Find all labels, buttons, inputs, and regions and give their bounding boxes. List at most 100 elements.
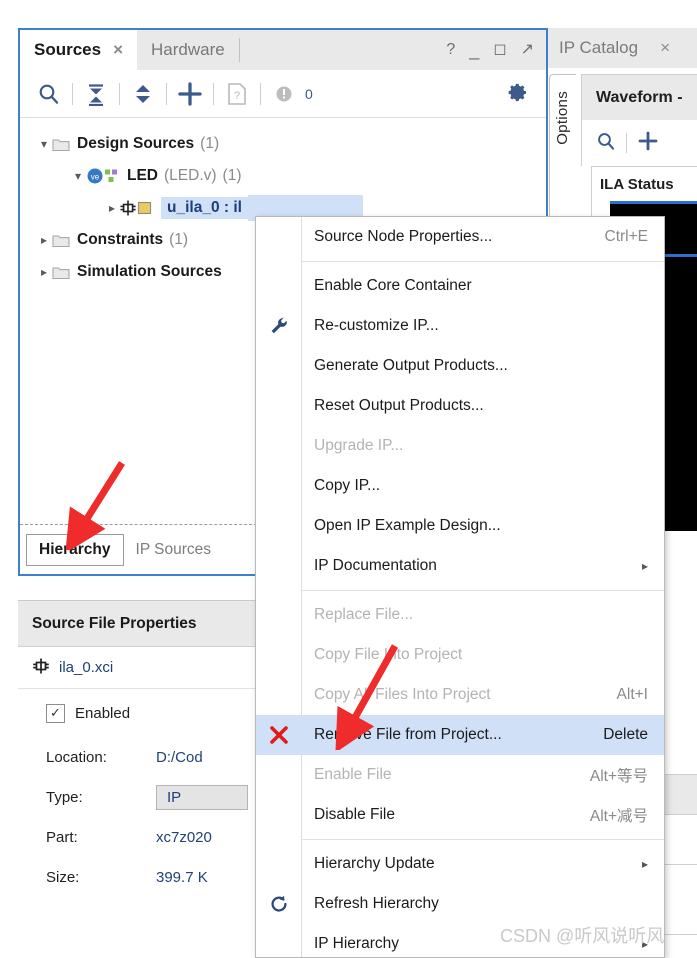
menu-item-generate-output-products[interactable]: Generate Output Products... (256, 346, 664, 386)
menu-item-upgrade-ip: Upgrade IP... (256, 426, 664, 466)
property-row-size: Size: 399.7 K (18, 857, 267, 897)
svg-text:ve: ve (91, 172, 100, 181)
menu-item-label: Re-customize IP... (314, 317, 439, 334)
menu-item-ip-documentation[interactable]: IP Documentation ▸ (256, 546, 664, 586)
ip-core-icon (120, 199, 154, 217)
report-icon: ? (220, 77, 254, 111)
menu-item-label: Source Node Properties... (314, 228, 493, 245)
wrench-icon (256, 306, 301, 346)
tab-ip-catalog[interactable]: IP Catalog (545, 38, 638, 58)
toolbar-divider (119, 82, 120, 105)
property-value[interactable]: IP (156, 784, 248, 810)
tab-hardware-label: Hardware (151, 40, 225, 59)
refresh-icon (256, 884, 301, 924)
enabled-row[interactable]: ✓ Enabled (18, 689, 267, 737)
tabbar-filler (240, 30, 435, 70)
enabled-checkbox[interactable]: ✓ (46, 703, 65, 723)
source-file-row[interactable]: ila_0.xci (18, 647, 267, 689)
menu-separator (302, 839, 664, 840)
menu-item-refresh-hierarchy[interactable]: Refresh Hierarchy (256, 884, 664, 924)
tree-label: u_ila_0 : il (161, 197, 248, 219)
remove-x-icon (256, 715, 301, 755)
menu-item-hierarchy-update[interactable]: Hierarchy Update ▸ (256, 844, 664, 884)
folder-icon (52, 233, 70, 248)
menu-item-label: Remove File from Project... (314, 726, 502, 743)
toolbar-divider (72, 82, 73, 105)
left-edge-strip (0, 0, 18, 958)
ip-core-icon (32, 657, 50, 679)
tab-sources[interactable]: Sources × (20, 30, 138, 70)
tree-sublabel: (LED.v) (164, 167, 217, 184)
close-icon[interactable]: × (638, 38, 670, 58)
source-file-properties-title: Source File Properties (18, 601, 267, 647)
chevron-down-icon[interactable]: ▾ (70, 169, 86, 183)
menu-item-accelerator: Alt+等号 (589, 768, 648, 785)
chevron-right-icon[interactable]: ▸ (36, 233, 52, 247)
context-menu[interactable]: Source Node Properties... Ctrl+E Enable … (255, 216, 665, 958)
menu-item-label: Copy IP... (314, 477, 381, 494)
ila-status-header: ILA Status (600, 175, 674, 193)
menu-item-enable-core-container[interactable]: Enable Core Container (256, 266, 664, 306)
menu-item-label: Enable File (314, 766, 392, 783)
menu-item-label: Replace File... (314, 606, 414, 623)
tree-row-design-sources[interactable]: ▾ Design Sources (1) (20, 128, 546, 160)
menu-item-label: IP Hierarchy (314, 935, 399, 952)
close-icon[interactable]: × (113, 40, 123, 60)
menu-item-source-node-properties[interactable]: Source Node Properties... Ctrl+E (256, 217, 664, 257)
menu-item-accelerator: Alt+减号 (589, 808, 648, 825)
menu-item-label: Reset Output Products... (314, 397, 484, 414)
add-sources-icon[interactable] (173, 77, 207, 111)
collapse-all-icon[interactable] (79, 77, 113, 111)
chevron-right-icon[interactable]: ▸ (36, 265, 52, 279)
chevron-down-icon[interactable]: ▾ (36, 137, 52, 151)
menu-item-open-ip-example-design[interactable]: Open IP Example Design... (256, 506, 664, 546)
menu-item-accelerator: Alt+I (616, 686, 648, 703)
tree-row-led[interactable]: ▾ ve LED (LED.v) (1) (20, 160, 546, 192)
menu-item-label: Copy All Files Into Project (314, 686, 491, 703)
menu-item-enable-file: Enable File Alt+等号 (256, 755, 664, 795)
property-key: Type: (46, 788, 83, 806)
toolbar-divider (260, 82, 261, 105)
tree-label: Simulation Sources (77, 263, 222, 280)
gear-icon[interactable] (500, 77, 534, 111)
tab-hardware[interactable]: Hardware (137, 30, 239, 70)
minimize-icon[interactable]: _ (469, 41, 479, 59)
menu-item-remove-file-from-project[interactable]: Remove File from Project... Delete (256, 715, 664, 755)
tree-label: Design Sources (77, 135, 195, 152)
float-icon[interactable]: ↗︎ (521, 42, 534, 58)
waveform-title: Waveform - (581, 74, 697, 120)
property-value: xc7z020 (156, 828, 212, 846)
maximize-icon[interactable]: ◻ (493, 42, 506, 58)
search-icon[interactable] (596, 131, 616, 155)
menu-item-label: Generate Output Products... (314, 357, 508, 374)
tab-hierarchy[interactable]: Hierarchy (26, 533, 124, 566)
property-row-type: Type: IP (18, 777, 267, 817)
expand-all-icon[interactable] (126, 77, 160, 111)
property-row-location: Location: D:/Cod (18, 737, 267, 777)
chevron-right-icon[interactable]: ▸ (104, 201, 120, 215)
tab-sources-label: Sources (34, 40, 102, 59)
enabled-label: Enabled (75, 704, 131, 722)
menu-item-label: Upgrade IP... (314, 437, 404, 454)
menu-item-re-customize-ip[interactable]: Re-customize IP... (256, 306, 664, 346)
add-icon[interactable] (637, 130, 659, 156)
tab-ip-sources[interactable]: IP Sources (124, 535, 224, 565)
property-row-part: Part: xc7z020 (18, 817, 267, 857)
tree-label: Constraints (77, 231, 164, 248)
menu-item-accelerator: Ctrl+E (604, 228, 649, 245)
menu-separator (302, 261, 664, 262)
menu-item-copy-ip[interactable]: Copy IP... (256, 466, 664, 506)
help-icon[interactable]: ? (446, 42, 455, 58)
menu-item-disable-file[interactable]: Disable File Alt+减号 (256, 795, 664, 835)
property-key: Size: (46, 868, 80, 886)
menu-item-label: Hierarchy Update (314, 855, 435, 872)
menu-item-accelerator: Delete (603, 726, 648, 743)
tree-count: (1) (200, 135, 220, 152)
menu-item-reset-output-products[interactable]: Reset Output Products... (256, 386, 664, 426)
search-icon[interactable] (32, 77, 66, 111)
window-buttons: ? _ ◻ ↗︎ (434, 30, 546, 70)
app-root: IP Catalog × Options Waveform - ILA Stat… (0, 0, 697, 958)
ip-catalog-tabbar[interactable]: IP Catalog × (545, 28, 697, 68)
menu-item-copy-all-files-into-project: Copy All Files Into Project Alt+I (256, 675, 664, 715)
property-value: D:/Cod (156, 748, 203, 766)
